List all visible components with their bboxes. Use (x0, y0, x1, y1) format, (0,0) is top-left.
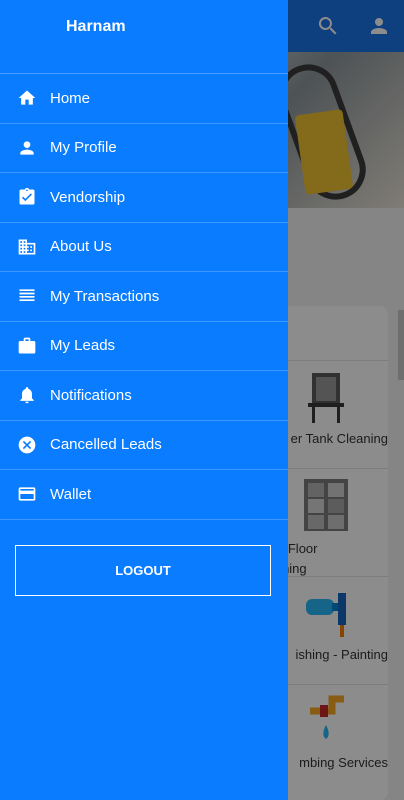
menu-item-notifications[interactable]: Notifications (0, 371, 288, 421)
navigation-drawer: Harnam Home My Profile Vendorship About … (0, 0, 288, 800)
menu-item-label: My Profile (50, 139, 117, 157)
card-icon (17, 484, 37, 504)
clipboard-check-icon (17, 187, 37, 207)
drawer-header: Harnam (0, 0, 288, 74)
menu-item-home[interactable]: Home (0, 74, 288, 124)
menu-item-label: Wallet (50, 485, 92, 503)
bell-icon (17, 385, 37, 405)
menu-item-label: Notifications (50, 386, 132, 404)
building-icon (17, 237, 37, 257)
menu-item-label: Home (50, 89, 91, 107)
home-icon (17, 88, 37, 108)
logout-button[interactable]: LOGOUT (15, 545, 271, 596)
menu-item-label: Cancelled Leads (50, 436, 162, 454)
menu-item-label: My Transactions (50, 287, 160, 305)
menu-item-my-profile[interactable]: My Profile (0, 124, 288, 173)
menu-item-label: Vendorship (50, 188, 126, 206)
menu-item-about-us[interactable]: About Us (0, 223, 288, 272)
menu-item-wallet[interactable]: Wallet (0, 470, 288, 520)
menu-item-my-leads[interactable]: My Leads (0, 322, 288, 371)
list-icon (17, 286, 37, 306)
menu-item-my-transactions[interactable]: My Transactions (0, 272, 288, 322)
briefcase-icon (17, 336, 37, 356)
drawer-user-name: Harnam (66, 18, 126, 35)
cancel-circle-icon (17, 435, 37, 455)
menu-item-cancelled-leads[interactable]: Cancelled Leads (0, 421, 288, 470)
menu-item-label: About Us (50, 238, 112, 256)
menu-item-vendorship[interactable]: Vendorship (0, 173, 288, 223)
menu-item-label: My Leads (50, 337, 116, 355)
person-icon (17, 138, 37, 158)
